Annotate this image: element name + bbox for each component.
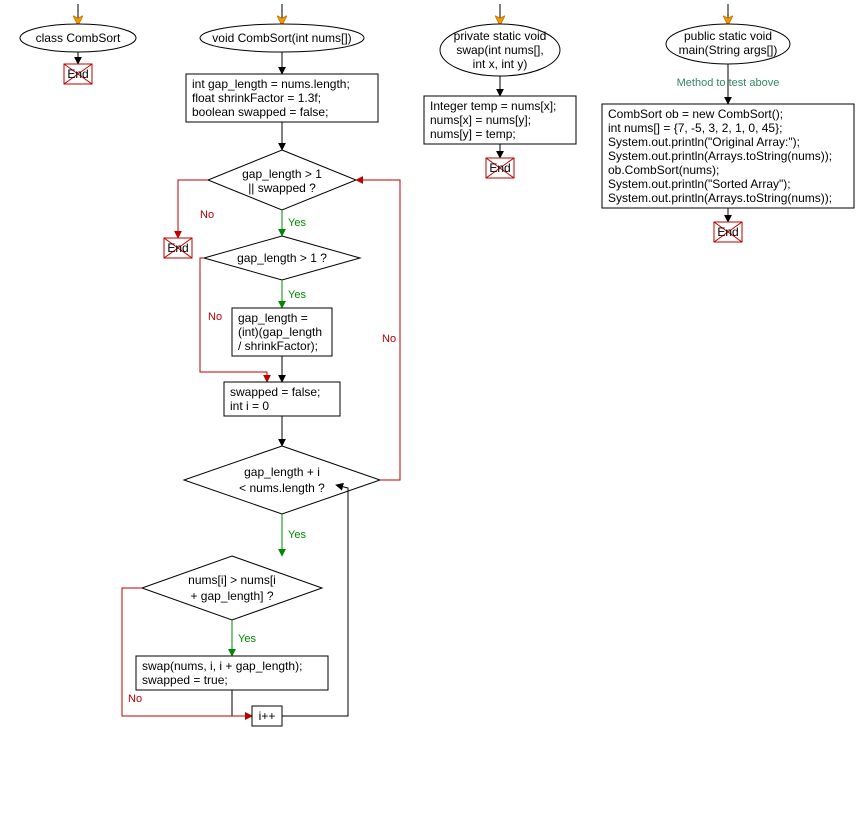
- cond-inner-loop: [184, 446, 380, 514]
- svg-text:gap_length + i: gap_length + i: [244, 465, 320, 479]
- svg-text:Integer temp = nums[x];: Integer temp = nums[x];: [430, 99, 556, 113]
- combsort-label: void CombSort(int nums[]): [212, 31, 351, 45]
- svg-text:float shrinkFactor = 1.3f;: float shrinkFactor = 1.3f;: [192, 91, 321, 105]
- cond-compare: [142, 556, 322, 620]
- svg-text:Yes: Yes: [288, 217, 306, 229]
- end-label: End: [67, 67, 88, 81]
- svg-text:No: No: [128, 693, 142, 705]
- svg-text:CombSort ob = new CombSort();: CombSort ob = new CombSort();: [608, 107, 783, 121]
- svg-text:nums[x] = nums[y];: nums[x] = nums[y];: [430, 113, 531, 127]
- svg-text:public static void: public static void: [684, 29, 772, 43]
- svg-text:End: End: [167, 241, 188, 255]
- svg-text:swapped = false;: swapped = false;: [230, 385, 320, 399]
- svg-text:gap_length =: gap_length =: [238, 311, 308, 325]
- col2-group: void CombSort(int nums[]) int gap_length…: [122, 4, 400, 726]
- flowchart-diagram: class CombSort End void CombSort(int num…: [0, 0, 862, 828]
- svg-text:nums[i] > nums[i: nums[i] > nums[i: [188, 573, 276, 587]
- svg-text:int i = 0: int i = 0: [230, 399, 269, 413]
- svg-text:gap_length > 1 ?: gap_length > 1 ?: [237, 251, 327, 265]
- svg-text:< nums.length ?: < nums.length ?: [239, 481, 325, 495]
- svg-text:nums[y] = temp;: nums[y] = temp;: [430, 127, 516, 141]
- col4-group: public static void main(String args[]) M…: [602, 4, 854, 242]
- end-node-col1: End: [64, 64, 92, 84]
- svg-text:i++: i++: [259, 709, 276, 723]
- svg-text:+ gap_length] ?: + gap_length] ?: [190, 589, 273, 603]
- svg-text:(int)(gap_length: (int)(gap_length: [238, 325, 322, 339]
- svg-text:System.out.println(Arrays.toSt: System.out.println(Arrays.toString(nums)…: [608, 149, 832, 163]
- svg-text:End: End: [489, 161, 510, 175]
- svg-text:ob.CombSort(nums);: ob.CombSort(nums);: [608, 163, 719, 177]
- svg-text:System.out.println("Sorted Arr: System.out.println("Sorted Array");: [608, 177, 791, 191]
- end-node-col4: End: [714, 222, 742, 242]
- svg-text:swapped = true;: swapped = true;: [142, 673, 228, 687]
- class-label: class CombSort: [36, 31, 121, 45]
- svg-text:|| swapped ?: || swapped ?: [248, 181, 316, 195]
- end-node-col2: End: [164, 238, 192, 258]
- svg-text:int nums[] = {7, -5, 3, 2, 1,: int nums[] = {7, -5, 3, 2, 1, 0, 45};: [608, 121, 782, 135]
- svg-text:No: No: [382, 333, 396, 345]
- svg-text:End: End: [717, 225, 738, 239]
- svg-text:swap(int nums[],: swap(int nums[],: [456, 43, 543, 57]
- svg-text:gap_length > 1: gap_length > 1: [242, 167, 322, 181]
- method-comment: Method to test above: [677, 77, 780, 89]
- svg-text:int x, int y): int x, int y): [473, 57, 528, 71]
- svg-text:No: No: [200, 209, 214, 221]
- svg-text:Yes: Yes: [288, 529, 306, 541]
- svg-text:swap(nums, i, i + gap_length);: swap(nums, i, i + gap_length);: [142, 659, 302, 673]
- svg-text:int gap_length = nums.length;: int gap_length = nums.length;: [192, 77, 350, 91]
- svg-text:System.out.println("Original A: System.out.println("Original Array:");: [608, 135, 800, 149]
- end-node-col3: End: [486, 158, 514, 178]
- svg-text:boolean swapped = false;: boolean swapped = false;: [192, 105, 328, 119]
- svg-text:/ shrinkFactor);: / shrinkFactor);: [238, 339, 318, 353]
- col3-group: private static void swap(int nums[], int…: [424, 4, 576, 178]
- col1-group: class CombSort End: [20, 4, 136, 84]
- svg-text:Yes: Yes: [288, 289, 306, 301]
- svg-text:private static void: private static void: [454, 29, 547, 43]
- svg-text:No: No: [208, 311, 222, 323]
- svg-text:Yes: Yes: [238, 633, 256, 645]
- svg-text:System.out.println(Arrays.toSt: System.out.println(Arrays.toString(nums)…: [608, 191, 832, 205]
- svg-text:main(String args[]): main(String args[]): [679, 43, 778, 57]
